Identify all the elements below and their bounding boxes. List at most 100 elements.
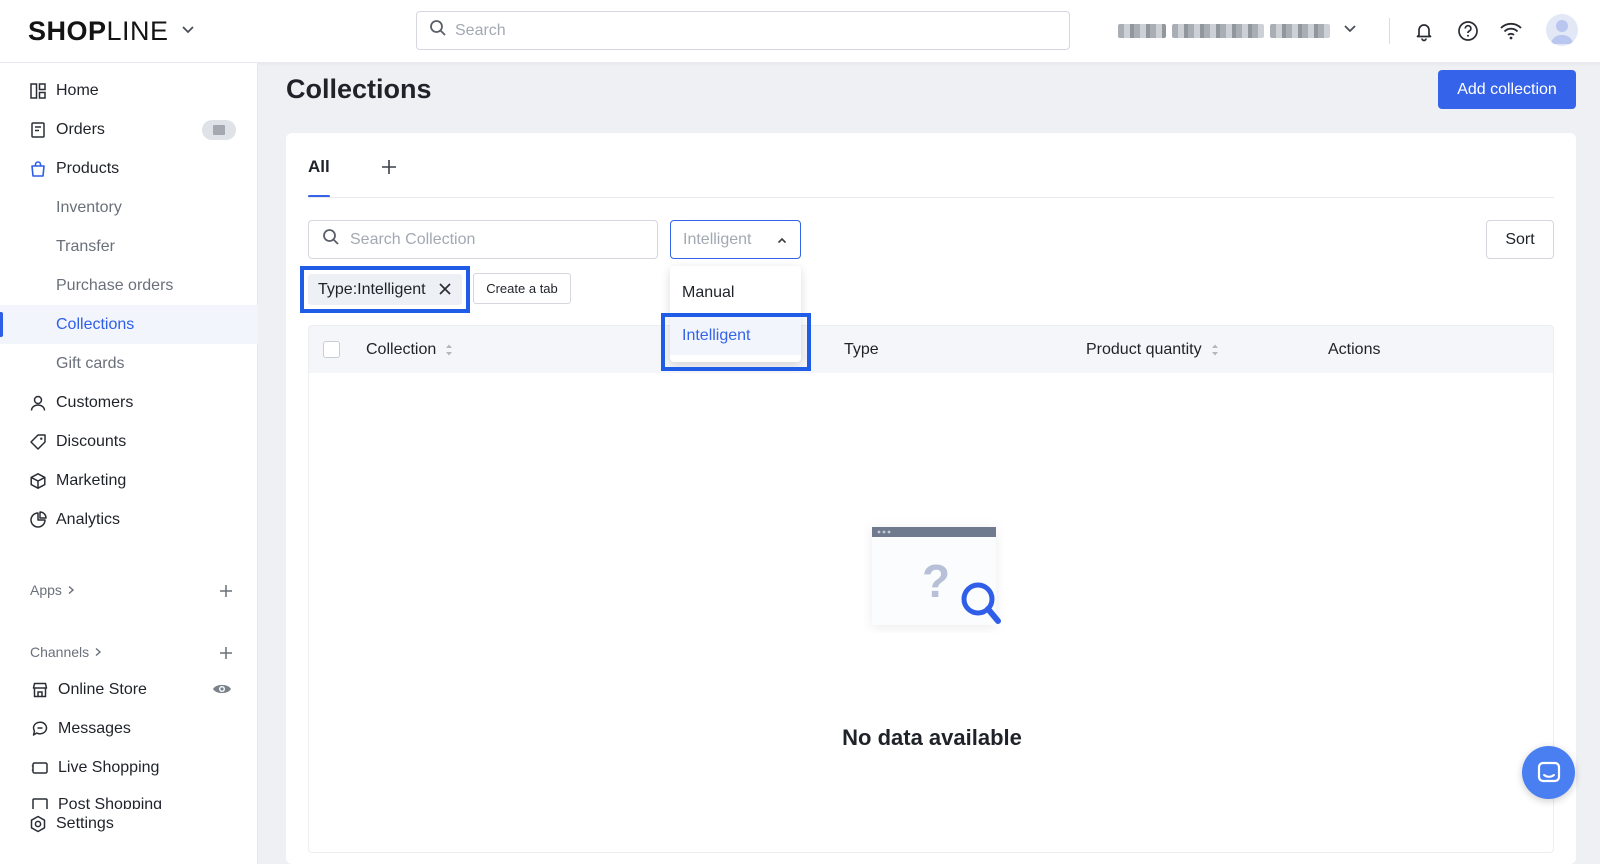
global-search-input[interactable] (455, 21, 1035, 40)
collection-search-input[interactable] (350, 230, 650, 249)
settings-icon (28, 814, 48, 834)
sidebar-item-label: Customers (56, 393, 134, 411)
svg-text:?: ? (922, 555, 950, 607)
cube-icon (28, 471, 48, 491)
type-filter-select[interactable]: Intelligent (670, 220, 801, 259)
column-actions-label: Actions (1328, 341, 1381, 358)
filter-chip[interactable]: Type:Intelligent (308, 274, 462, 305)
orders-count-badge (202, 120, 236, 140)
sidebar-item-messages[interactable]: Messages (0, 709, 258, 748)
table-body: ? No data available (308, 373, 1554, 853)
filter-chip-label: Type:Intelligent (318, 280, 426, 298)
sidebar-item-marketing[interactable]: Marketing (0, 461, 258, 500)
sidebar-item-analytics[interactable]: Analytics (0, 500, 258, 539)
column-collection[interactable]: Collection (366, 341, 454, 359)
avatar-icon[interactable] (1546, 14, 1578, 46)
collection-search[interactable] (308, 220, 658, 259)
sidebar-item-label: Collections (56, 315, 135, 333)
sidebar-item-transfer[interactable]: Transfer (0, 227, 258, 266)
close-icon[interactable] (438, 282, 452, 301)
support-chat-button[interactable] (1522, 746, 1575, 799)
select-all-checkbox[interactable] (323, 341, 340, 358)
chevron-right-icon (95, 647, 102, 657)
sidebar-item-customers[interactable]: Customers (0, 383, 258, 422)
sidebar: Home Orders Products Inventory Transfer … (0, 63, 258, 864)
sidebar-item-label: Home (56, 81, 99, 99)
chevron-right-icon (68, 585, 74, 595)
chevron-down-icon[interactable] (1342, 20, 1358, 41)
video-icon (30, 758, 50, 778)
add-tab-plus-icon[interactable] (379, 157, 399, 177)
column-collection-label: Collection (366, 341, 437, 358)
sidebar-item-label: Discounts (56, 432, 127, 450)
sidebar-item-live-shopping[interactable]: Live Shopping (0, 748, 258, 787)
column-product-quantity-label: Product quantity (1086, 341, 1202, 358)
sidebar-item-inventory[interactable]: Inventory (0, 188, 258, 227)
store-switcher[interactable] (1118, 20, 1358, 41)
sidebar-item-label: Gift cards (56, 354, 125, 372)
wifi-icon[interactable] (1498, 18, 1524, 44)
sidebar-item-settings[interactable]: Settings (0, 804, 258, 843)
sidebar-item-discounts[interactable]: Discounts (0, 422, 258, 461)
column-product-quantity[interactable]: Product quantity (1086, 341, 1220, 359)
apps-label: Apps (30, 582, 62, 598)
sidebar-item-label: Live Shopping (58, 758, 160, 776)
tab-all[interactable]: All (308, 157, 330, 177)
divider (1389, 18, 1390, 44)
sidebar-item-online-store[interactable]: Online Store (0, 670, 258, 709)
orders-icon (28, 120, 48, 140)
dropdown-option-manual[interactable]: Manual (670, 273, 801, 312)
pie-icon (28, 510, 48, 530)
sort-icon (446, 344, 453, 356)
sidebar-item-label: Products (56, 159, 120, 177)
add-channel-plus-icon[interactable] (218, 645, 234, 661)
chat-icon (30, 719, 50, 739)
channels-section-label[interactable]: Channels (30, 644, 103, 660)
search-icon (322, 228, 340, 251)
user-icon (28, 393, 48, 413)
bag-icon (28, 159, 48, 179)
search-icon (429, 19, 447, 42)
sidebar-item-label: Purchase orders (56, 276, 174, 294)
chevron-down-icon[interactable] (181, 22, 195, 41)
channels-label: Channels (30, 644, 90, 660)
column-type-label: Type (844, 341, 879, 358)
sort-icon (1211, 344, 1218, 356)
add-collection-button[interactable]: Add collection (1438, 70, 1576, 109)
page-title: Collections (286, 74, 432, 104)
add-app-plus-icon[interactable] (218, 583, 234, 599)
chevron-up-icon (776, 234, 788, 252)
empty-state-text: No data available (842, 725, 1022, 750)
chat-icon (1537, 761, 1560, 782)
sidebar-item-label: Marketing (56, 471, 127, 489)
empty-search-illustration: ? (872, 527, 1001, 625)
sidebar-item-orders[interactable]: Orders (0, 110, 258, 149)
filter-chip-highlight: Type:Intelligent (300, 266, 470, 313)
store-icon (30, 680, 50, 700)
eye-icon[interactable] (212, 680, 232, 703)
sidebar-item-home[interactable]: Home (0, 71, 258, 110)
sort-button[interactable]: Sort (1486, 220, 1554, 259)
create-tab-button[interactable]: Create a tab (473, 273, 571, 304)
apps-section-label[interactable]: Apps (30, 582, 76, 598)
global-search[interactable] (416, 11, 1070, 50)
store-name-redacted (1172, 23, 1264, 38)
sidebar-item-label: Inventory (56, 198, 122, 216)
sidebar-item-products[interactable]: Products (0, 149, 258, 188)
sidebar-item-collections[interactable]: Collections (0, 305, 258, 344)
help-icon[interactable] (1455, 18, 1481, 44)
column-actions: Actions (1328, 341, 1380, 359)
type-select-value: Intelligent (683, 230, 752, 248)
sidebar-item-label: Settings (56, 814, 114, 832)
sidebar-item-gift-cards[interactable]: Gift cards (0, 344, 258, 383)
dropdown-option-highlight (661, 313, 811, 371)
shopline-logo[interactable]: SHOPLINE (28, 16, 195, 47)
logo-text: SHOPLINE (28, 16, 169, 46)
tabs-divider (308, 197, 1554, 198)
table-header: Collection Type Product quantity Actions (308, 325, 1554, 373)
home-icon (28, 81, 48, 101)
store-name-redacted (1118, 23, 1166, 38)
bell-icon[interactable] (1411, 18, 1437, 44)
sidebar-item-purchase-orders[interactable]: Purchase orders (0, 266, 258, 305)
collections-card: All Intelligent Sort Type:Intelligent Cr… (286, 133, 1576, 864)
